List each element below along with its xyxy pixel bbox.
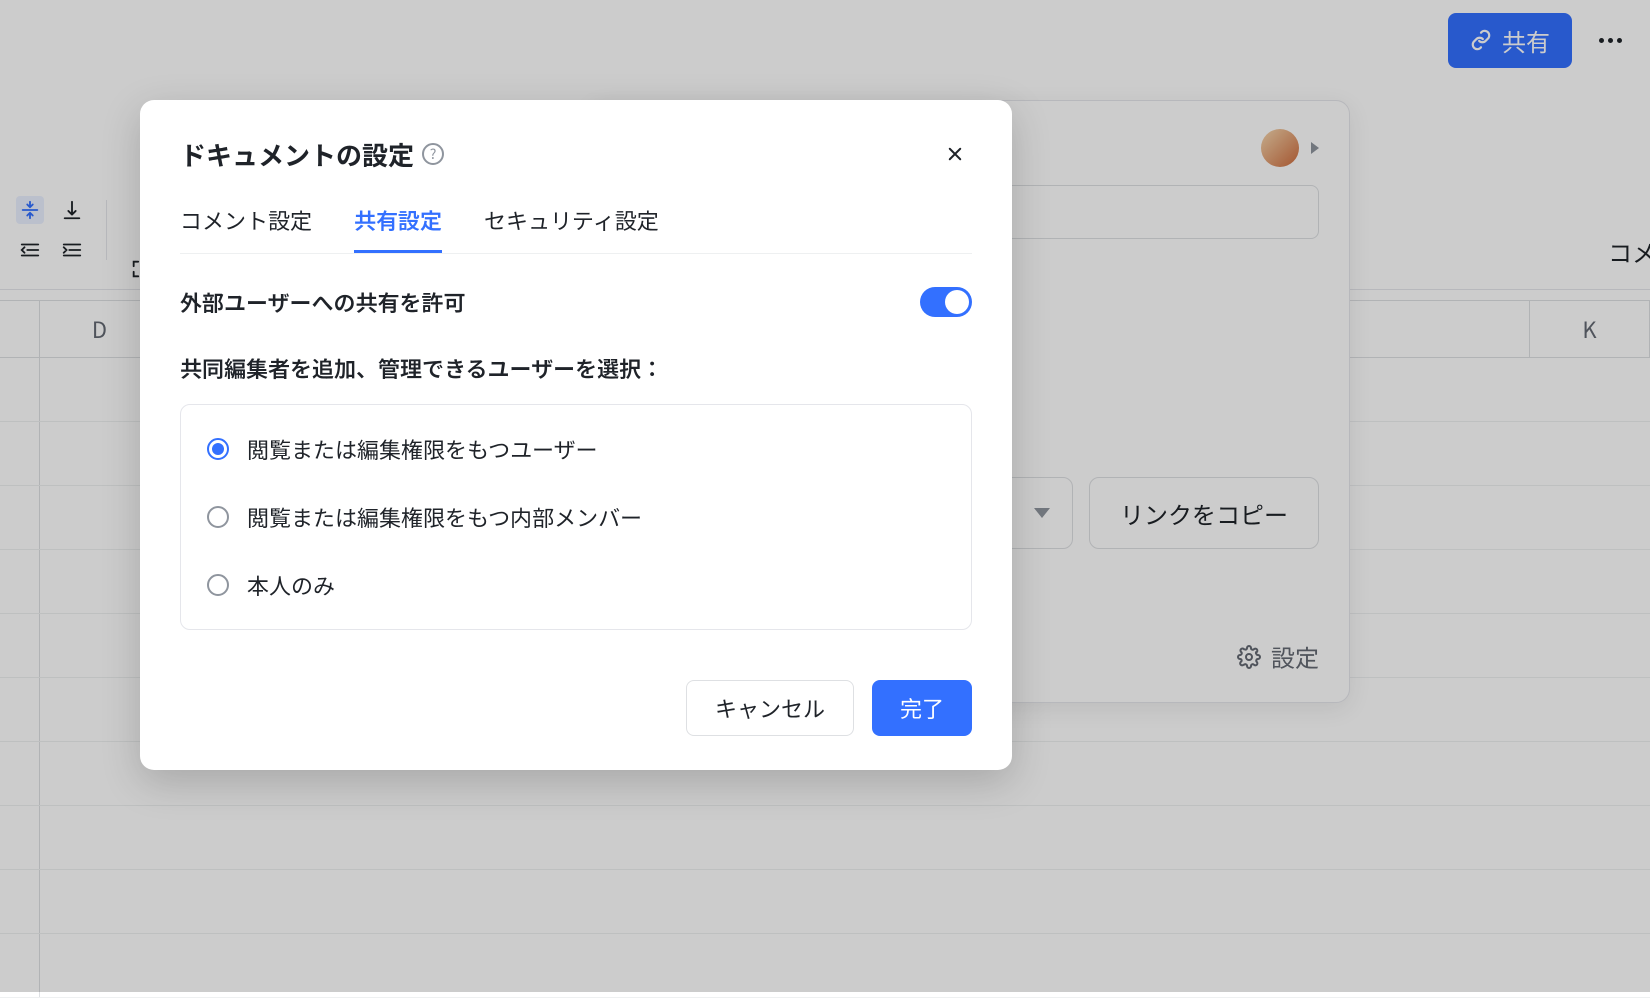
done-button[interactable]: 完了 <box>872 680 972 736</box>
radio-icon <box>207 438 229 460</box>
modal-title: ドキュメントの設定 <box>180 136 414 173</box>
collaborator-heading: 共同編集者を追加、管理できるユーザーを選択： <box>180 352 972 384</box>
close-icon[interactable] <box>938 130 972 178</box>
cancel-button[interactable]: キャンセル <box>686 680 854 736</box>
radio-icon <box>207 506 229 528</box>
radio-option-viewers-editors[interactable]: 閲覧または編集権限をもつユーザー <box>181 415 971 483</box>
tab-sharing[interactable]: 共有設定 <box>354 204 442 253</box>
document-settings-modal: ドキュメントの設定 ? コメント設定 共有設定 セキュリティ設定 外部ユーザーへ… <box>140 100 1012 770</box>
collaborator-options: 閲覧または編集権限をもつユーザー 閲覧または編集権限をもつ内部メンバー 本人のみ <box>180 404 972 630</box>
done-button-label: 完了 <box>900 692 944 724</box>
radio-label: 本人のみ <box>247 569 335 601</box>
radio-label: 閲覧または編集権限をもつ内部メンバー <box>247 501 642 533</box>
modal-tabs: コメント設定 共有設定 セキュリティ設定 <box>180 204 972 254</box>
radio-icon <box>207 574 229 596</box>
external-share-toggle[interactable] <box>920 287 972 317</box>
radio-label: 閲覧または編集権限をもつユーザー <box>247 433 598 465</box>
radio-option-only-me[interactable]: 本人のみ <box>181 551 971 619</box>
external-share-label: 外部ユーザーへの共有を許可 <box>180 286 466 318</box>
tab-security[interactable]: セキュリティ設定 <box>484 204 659 253</box>
tab-comments[interactable]: コメント設定 <box>180 204 312 253</box>
radio-option-internal-members[interactable]: 閲覧または編集権限をもつ内部メンバー <box>181 483 971 551</box>
help-icon[interactable]: ? <box>422 143 444 165</box>
cancel-button-label: キャンセル <box>715 692 825 724</box>
